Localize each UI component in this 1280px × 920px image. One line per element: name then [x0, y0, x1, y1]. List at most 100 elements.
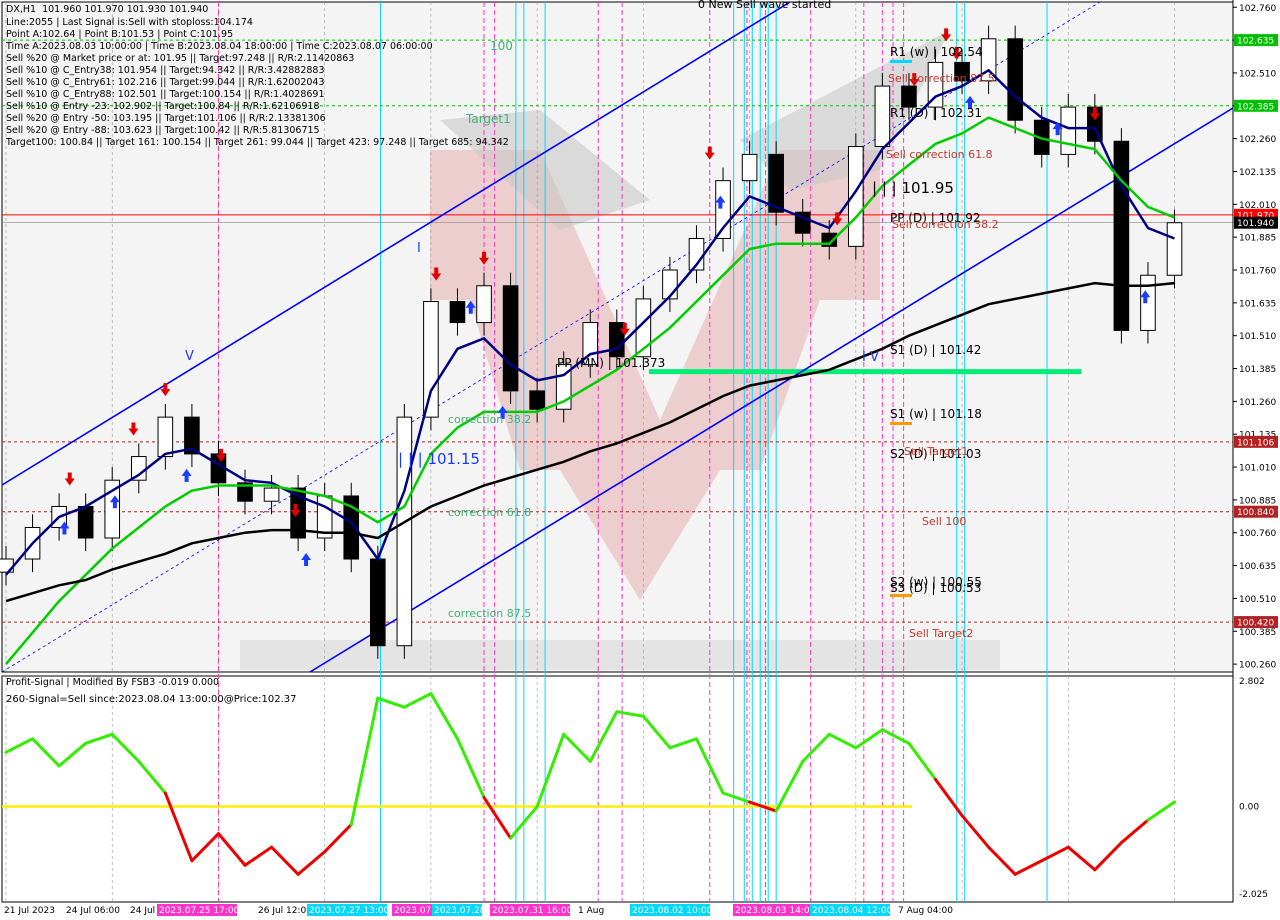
- indicator-signal: 260-Signal=Sell since:2023.08.04 13:00:0…: [6, 694, 297, 705]
- price-tick-label: 101.760: [1239, 267, 1276, 277]
- time-tick-label: 26 Jul 12:00: [258, 906, 312, 916]
- price-tick-label: 102.760: [1239, 4, 1276, 14]
- label-correction-618: correction 61.8: [448, 506, 531, 519]
- time-highlight-label: 2023.07.31 16:00: [492, 906, 573, 916]
- candle: [1113, 128, 1130, 344]
- marker-s2-weekly: [890, 594, 912, 597]
- ohlc-values: 101.960 101.970 101.930 101.940: [42, 4, 209, 15]
- candle: [502, 272, 519, 404]
- label-correction-382: correction 38.2: [448, 413, 531, 426]
- oscillator-panel-bg: [1, 675, 1234, 903]
- time-highlight-label: 2023.07.25 17:00: [159, 906, 240, 916]
- label-target1: Target1: [465, 112, 511, 126]
- label-s1-weekly: S1 (w) | 101.18: [890, 407, 982, 421]
- info-line-6: Sell %10 @ C_Entry61: 102.216 || Target:…: [6, 77, 325, 88]
- label-point-b: | | | 101.15: [398, 450, 480, 468]
- label-sell-target1: Sell Target1: [904, 445, 968, 458]
- candle-body: [1166, 222, 1183, 276]
- time-tick-label: 24 Jul 06:00: [66, 906, 120, 916]
- price-tick-label: 101.385: [1239, 365, 1276, 375]
- label-correction-875: correction 87.5: [448, 607, 531, 620]
- label-sell-correction-382: Sell correction 38.2: [892, 218, 999, 231]
- symbol-header: DX,H1 101.960 101.970 101.930 101.940: [6, 4, 208, 16]
- price-label-text: 100.420: [1237, 619, 1274, 629]
- price-label-text: 102.635: [1237, 37, 1274, 47]
- candle-body: [529, 390, 545, 410]
- price-tick-label: 100.260: [1239, 661, 1276, 671]
- price-tick-label: 102.510: [1239, 69, 1276, 79]
- candle-body: [476, 285, 492, 324]
- info-line-9: Sell %20 @ Entry -50: 103.195 || Target:…: [6, 113, 326, 124]
- label-s3-daily: S3 (D) | 100.53: [890, 581, 981, 595]
- label-sell-100: Sell 100: [922, 515, 966, 528]
- info-line-4: Sell %20 @ Market price or at: 101.95 ||…: [6, 53, 355, 64]
- chart-window: { "header": { "symbol": "DX,H1", "ohlc":…: [0, 0, 1280, 920]
- marker-s1-weekly: [890, 422, 912, 425]
- candle-body: [1007, 38, 1023, 121]
- candle-body: [449, 301, 466, 324]
- time-tick-label: 24 Jul: [130, 906, 155, 916]
- candle: [369, 545, 386, 659]
- candle: [874, 72, 891, 160]
- price-tick-label: 100.510: [1239, 595, 1276, 605]
- price-tick-label: 102.135: [1239, 168, 1276, 178]
- candle: [396, 404, 413, 659]
- label-wave-i: I: [417, 241, 421, 256]
- price-tick-label: 100.760: [1239, 529, 1276, 539]
- price-tick-label: 101.010: [1239, 464, 1276, 474]
- price-tick-label: 101.635: [1239, 299, 1276, 309]
- candle: [1007, 25, 1023, 134]
- price-tick-label: 102.260: [1239, 135, 1276, 145]
- price-tick-label: 100.885: [1239, 496, 1276, 506]
- info-line-10: Sell %20 @ Entry -88: 103.623 || Target:…: [6, 125, 320, 136]
- osc-tick-bottom: -2.025: [1239, 890, 1268, 900]
- price-tick-label: 101.510: [1239, 332, 1276, 342]
- osc-tick-zero: 0.00: [1239, 803, 1259, 813]
- label-100: 100: [490, 39, 513, 53]
- time-highlight-label: 2023.07.27 13:00: [309, 906, 390, 916]
- time-highlight-label: 2023.08.04 12:00: [812, 906, 893, 916]
- time-highlight-label: 2023.07.: [394, 906, 434, 916]
- candle-body: [741, 153, 758, 182]
- info-line-11: Target100: 100.84 || Target 161: 100.154…: [6, 137, 509, 148]
- label-sell-correction-618: Sell correction 61.8: [886, 148, 993, 161]
- candle-body: [1060, 106, 1077, 155]
- price-tick-label: 100.385: [1239, 628, 1276, 638]
- price-label-text: 100.840: [1237, 508, 1274, 518]
- time-tick-label: 1 Aug: [578, 906, 604, 916]
- time-highlight-label: 2023.07.28: [434, 906, 486, 916]
- osc-tick-top: 2.802: [1239, 677, 1265, 687]
- time-tick-label: 21 Jul 2023: [4, 906, 55, 916]
- info-line-2: Point A:102.64 | Point B:101.53 | Point …: [6, 29, 234, 40]
- candle-body: [609, 322, 625, 358]
- candle-body: [423, 301, 439, 418]
- label-sell-target2: Sell Target2: [909, 627, 973, 640]
- candle-body: [1140, 274, 1156, 331]
- price-tick-label: 101.260: [1239, 398, 1276, 408]
- candle-body: [369, 558, 386, 647]
- time-highlight-label: 2023.08.03 14:00: [735, 906, 816, 916]
- info-line-1: Line:2055 | Last Signal is:Sell with sto…: [6, 17, 253, 28]
- label-wave-v: V: [185, 349, 194, 364]
- candle-body: [77, 505, 94, 539]
- symbol-label: DX,H1: [6, 4, 37, 15]
- label-point-c: | | | 101.95: [872, 179, 954, 197]
- label-sell-correction-875: Sell correction 87.5: [888, 72, 995, 85]
- info-line-7: Sell %10 @ C_Entry88: 102.501 || Target:…: [6, 89, 325, 100]
- label-pivot-monthly: PP (MN) | 101.373: [557, 356, 665, 370]
- candle-body: [263, 487, 280, 502]
- candle-body: [874, 85, 891, 148]
- info-line-8: Sell %10 @ Entry -23: 102.902 || Target:…: [6, 101, 320, 112]
- price-label-text: 101.106: [1237, 438, 1274, 448]
- price-label-text: 101.940: [1237, 219, 1274, 229]
- marker-r1-weekly: [890, 60, 912, 63]
- price-label-text: 102.385: [1237, 102, 1274, 112]
- label-s1-daily: S1 (D) | 101.42: [890, 343, 981, 357]
- price-tick-label: 101.885: [1239, 234, 1276, 244]
- candle-body: [502, 285, 519, 392]
- candle-body: [157, 416, 174, 458]
- label-r1-daily: R1 (D) | 102.31: [890, 106, 982, 120]
- time-highlight-label: 2023.08.02 10:00: [632, 906, 713, 916]
- indicator-title: Profit-Signal | Modified By FSB3 -0.019 …: [6, 677, 220, 688]
- label-r1-weekly: R1 (w) | 102.54: [890, 45, 983, 59]
